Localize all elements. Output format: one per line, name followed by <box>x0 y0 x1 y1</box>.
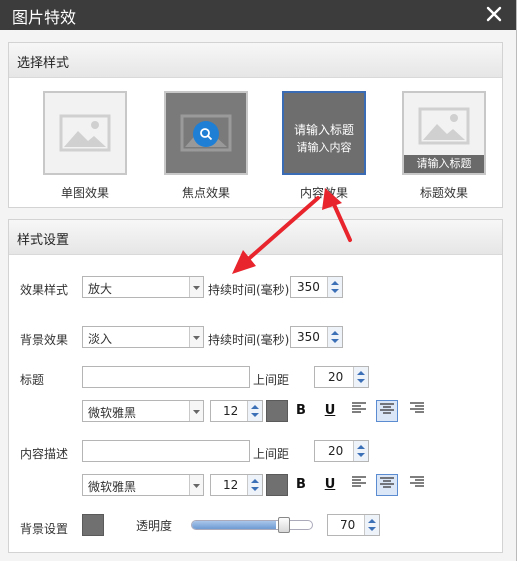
chevron-down-icon <box>189 277 203 297</box>
style-label-focus: 焦点效果 <box>181 186 230 200</box>
style-label-title: 标题效果 <box>419 186 468 200</box>
title-color-swatch[interactable] <box>266 400 288 422</box>
overlay-content-text: 请输入内容 <box>296 141 352 154</box>
image-placeholder-icon <box>59 114 111 152</box>
bg-duration-stepper[interactable]: 350 <box>290 326 343 348</box>
chevron-down-icon <box>189 401 203 421</box>
title-spacing-stepper[interactable]: 20 <box>314 366 369 388</box>
title-spacing-label: 上间距 <box>253 373 290 387</box>
title-font-value: 微软雅黑 <box>88 406 137 420</box>
opacity-value: 70 <box>340 518 356 532</box>
style-label-single-image: 单图效果 <box>60 186 109 200</box>
background-color-swatch[interactable] <box>82 514 104 536</box>
bg-duration-label: 持续时间(毫秒) <box>208 333 290 347</box>
content-align-left-button[interactable] <box>348 474 370 496</box>
bg-effect-value: 淡入 <box>88 332 113 346</box>
effect-duration-value: 350 <box>297 280 320 294</box>
style-select-panel: 选择样式 单图效果 焦点效果 请输入标题 请输入内容 内容效果 请输入标题 标题… <box>8 42 503 208</box>
content-spacing-stepper[interactable]: 20 <box>314 440 369 462</box>
search-icon <box>200 128 213 141</box>
style-settings-header: 样式设置 <box>9 220 502 255</box>
style-select-heading: 选择样式 <box>17 56 70 71</box>
opacity-label: 透明度 <box>136 519 173 533</box>
effect-duration-label: 持续时间(毫秒) <box>208 283 290 297</box>
stepper-arrows-icon[interactable] <box>353 441 368 461</box>
align-left-icon <box>352 476 366 487</box>
dialog-titlebar: 图片特效 <box>0 0 516 30</box>
title-align-center-button[interactable] <box>376 400 398 422</box>
content-font-select[interactable]: 微软雅黑 <box>82 474 204 496</box>
align-center-icon <box>380 477 394 488</box>
style-label-content: 内容效果 <box>299 186 348 200</box>
align-center-icon <box>380 403 394 414</box>
title-size-value: 12 <box>223 404 239 418</box>
content-input[interactable] <box>82 440 250 462</box>
effect-style-label: 效果样式 <box>20 283 69 297</box>
content-underline-button[interactable]: U <box>319 474 341 496</box>
bg-duration-value: 350 <box>297 330 320 344</box>
stepper-arrows-icon[interactable] <box>247 475 262 495</box>
chevron-down-icon <box>189 327 203 347</box>
effect-style-value: 放大 <box>88 282 113 296</box>
effect-style-select[interactable]: 放大 <box>82 276 204 298</box>
style-select-header: 选择样式 <box>9 43 502 78</box>
content-spacing-value: 20 <box>328 444 344 458</box>
align-right-icon <box>410 476 424 487</box>
content-align-right-button[interactable] <box>406 474 428 496</box>
overlay-title-text: 请输入标题 <box>293 123 354 137</box>
stepper-arrows-icon[interactable] <box>327 327 342 347</box>
overlay-title-bar: 请输入标题 <box>404 155 484 173</box>
style-option-title[interactable]: 请输入标题 <box>402 91 486 175</box>
title-input[interactable] <box>82 366 250 388</box>
dialog-title: 图片特效 <box>12 8 77 27</box>
close-icon[interactable] <box>484 3 504 25</box>
opacity-slider-track[interactable] <box>191 520 313 530</box>
align-left-icon <box>352 402 366 413</box>
window-edge <box>517 0 530 561</box>
style-option-single-image[interactable] <box>43 91 127 175</box>
title-size-stepper[interactable]: 12 <box>210 400 263 422</box>
style-option-focus[interactable] <box>164 91 248 175</box>
title-font-select[interactable]: 微软雅黑 <box>82 400 204 422</box>
title-align-left-button[interactable] <box>348 400 370 422</box>
title-spacing-value: 20 <box>328 370 344 384</box>
content-size-value: 12 <box>223 478 239 492</box>
stepper-arrows-icon[interactable] <box>247 401 262 421</box>
title-bold-button[interactable]: B <box>290 400 312 422</box>
background-label: 背景设置 <box>20 522 69 536</box>
chevron-down-icon <box>189 475 203 495</box>
content-align-center-button[interactable] <box>376 474 398 496</box>
stepper-arrows-icon[interactable] <box>327 277 342 297</box>
content-size-stepper[interactable]: 12 <box>210 474 263 496</box>
bg-effect-select[interactable]: 淡入 <box>82 326 204 348</box>
title-align-right-button[interactable] <box>406 400 428 422</box>
title-underline-button[interactable]: U <box>319 400 341 422</box>
content-spacing-label: 上间距 <box>253 447 290 461</box>
image-effect-dialog: 图片特效 选择样式 单图效果 焦点效果 请输入标题 请输入内容 内容效果 请输入… <box>0 0 517 561</box>
bg-effect-label: 背景效果 <box>20 333 69 347</box>
stepper-arrows-icon[interactable] <box>353 367 368 387</box>
style-option-content[interactable]: 请输入标题 请输入内容 <box>282 91 366 175</box>
content-label: 内容描述 <box>20 447 69 461</box>
opacity-stepper[interactable]: 70 <box>327 514 380 536</box>
stepper-arrows-icon[interactable] <box>364 515 379 535</box>
opacity-slider-handle[interactable] <box>278 517 291 533</box>
content-font-value: 微软雅黑 <box>88 480 137 494</box>
effect-duration-stepper[interactable]: 350 <box>290 276 343 298</box>
opacity-slider-fill <box>192 521 276 529</box>
title-label: 标题 <box>20 373 45 387</box>
content-bold-button[interactable]: B <box>290 474 312 496</box>
style-settings-panel: 样式设置 效果样式 放大 持续时间(毫秒) 350 背景效果 淡入 持续时间(毫… <box>8 219 503 553</box>
style-settings-heading: 样式设置 <box>17 233 70 248</box>
content-color-swatch[interactable] <box>266 474 288 496</box>
align-right-icon <box>410 402 424 413</box>
